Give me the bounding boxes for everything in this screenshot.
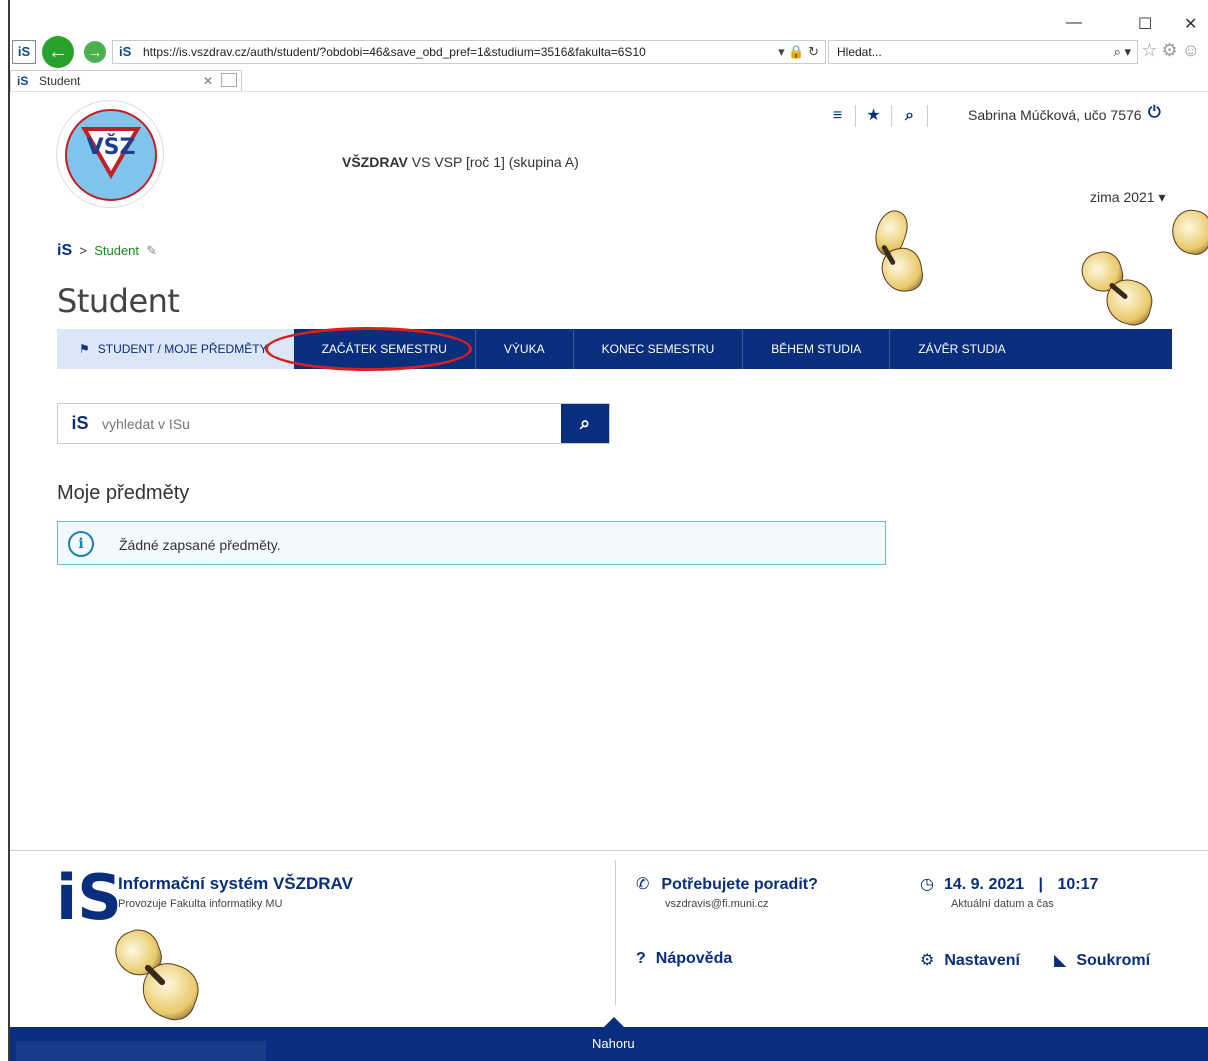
nav-label: STUDENT / MOJE PŘEDMĚTY: [97, 342, 268, 356]
tab-favicon-icon: iS: [17, 74, 29, 88]
butterfly-illustration: [1077, 247, 1160, 332]
footer-date-heading: ◷ 14. 9. 2021 | 10:17: [920, 874, 1098, 894]
phone-icon: ✆: [636, 876, 650, 893]
main-navigation: ⚑ STUDENT / MOJE PŘEDMĚTY ZAČÁTEK SEMESTR…: [57, 329, 1172, 369]
nav-label: BĚHEM STUDIA: [771, 342, 862, 356]
is-logo-icon: iS: [71, 413, 89, 433]
address-bar[interactable]: iS https://is.vszdrav.cz/auth/student/?o…: [112, 40, 826, 64]
browser-chrome: — ☐ ✕ iS ← → iS https://is.vszdrav.cz/au…: [0, 0, 1208, 92]
nav-item-zacatek-semestru[interactable]: ZAČÁTEK SEMESTRU: [294, 329, 476, 369]
help-link-label: Nápověda: [655, 950, 733, 967]
search-icon[interactable]: ⌕ ▾: [1114, 41, 1131, 63]
user-name[interactable]: Sabrina Múčková, učo 7576: [968, 107, 1142, 123]
footer-time-separator: |: [1038, 876, 1043, 893]
top-utility-bar: ≡ ★ ⌕: [820, 105, 928, 127]
breadcrumb: iS > Student ✎: [57, 242, 157, 260]
butterfly-illustration: [848, 206, 928, 296]
search-icon[interactable]: ⌕: [892, 105, 928, 127]
breadcrumb-current[interactable]: Student: [94, 243, 139, 258]
school-logo[interactable]: VŠZ: [56, 100, 164, 208]
info-alert: i Žádné zapsané předměty.: [57, 521, 886, 565]
status-area: [16, 1041, 266, 1061]
info-text: Žádné zapsané předměty.: [119, 537, 281, 553]
up-arrow-icon: [604, 1017, 624, 1027]
nav-label: ZAČÁTEK SEMESTRU: [321, 342, 447, 356]
browser-search-box[interactable]: Hledat... ⌕ ▾: [828, 40, 1138, 64]
footer-divider: [10, 850, 1208, 851]
url-text: https://is.vszdrav.cz/auth/student/?obdo…: [143, 45, 646, 59]
footer-system-name[interactable]: Informační systém VŠZDRAV: [118, 874, 353, 894]
maximize-icon[interactable]: ☐: [1138, 14, 1152, 34]
help-link[interactable]: ? Nápověda: [636, 950, 732, 968]
site-icon: iS: [12, 40, 36, 64]
nav-item-konec-semestru[interactable]: KONEC SEMESTRU: [574, 329, 744, 369]
minimize-icon[interactable]: —: [1066, 14, 1082, 32]
study-program: VS VSP [roč 1] (skupina A): [411, 154, 579, 170]
settings-link-label: Nastavení: [944, 952, 1020, 969]
nav-item-zaver-studia[interactable]: ZÁVĚR STUDIA: [890, 329, 1033, 369]
settings-link[interactable]: ⚙ Nastavení: [920, 950, 1020, 970]
nav-label: ZÁVĚR STUDIA: [918, 342, 1006, 356]
pin-icon[interactable]: ✎: [143, 243, 157, 258]
logout-icon[interactable]: ⏻: [1148, 104, 1161, 122]
study-school: VŠZDRAV: [342, 154, 408, 170]
help-email[interactable]: vszdravis@fi.muni.cz: [665, 898, 768, 910]
nav-item-student[interactable]: ⚑ STUDENT / MOJE PŘEDMĚTY: [57, 329, 294, 369]
signpost-icon: ⚑: [79, 342, 90, 356]
study-info: VŠZDRAV VS VSP [roč 1] (skupina A): [342, 154, 579, 170]
info-icon: i: [68, 531, 94, 557]
season-label: zima 2021: [1090, 189, 1155, 205]
breadcrumb-separator-icon: >: [75, 243, 91, 258]
tab-close-icon[interactable]: ✕: [203, 71, 213, 91]
footer-help-heading[interactable]: ✆ Potřebujete poradit?: [636, 874, 818, 894]
back-button[interactable]: ←: [42, 36, 74, 68]
footer-date: 14. 9. 2021: [943, 876, 1025, 893]
footer-operator: Provozuje Fakulta informatiky MU: [118, 898, 283, 910]
window-border: [8, 0, 10, 1061]
browser-search-placeholder: Hledat...: [837, 45, 882, 59]
is-search: iS ⌕: [57, 403, 610, 444]
footer-date-sub: Aktuální datum a čas: [951, 898, 1054, 910]
breadcrumb-home-icon[interactable]: iS: [57, 242, 72, 259]
clock-icon: ◷: [920, 876, 934, 893]
footer-time: 10:17: [1057, 876, 1099, 893]
nav-item-behem-studia[interactable]: BĚHEM STUDIA: [743, 329, 891, 369]
page-title: Student: [57, 282, 180, 320]
star-icon[interactable]: ★: [856, 105, 892, 127]
footer-logo-text: iS: [56, 861, 122, 934]
tab-title: Student: [39, 74, 81, 88]
footer-vertical-divider: [615, 860, 616, 1005]
butterfly-illustration: [109, 923, 208, 1026]
close-window-icon[interactable]: ✕: [1184, 14, 1197, 34]
privacy-link[interactable]: ◣ Soukromí: [1054, 950, 1150, 970]
menu-icon[interactable]: ≡: [820, 105, 856, 127]
search-input[interactable]: [102, 404, 561, 443]
nav-label: VÝUKA: [503, 342, 545, 356]
season-selector[interactable]: zima 2021 ▾: [1090, 189, 1166, 206]
umbrella-icon: ◣: [1054, 952, 1067, 969]
toolbar-icons[interactable]: ☆⚙☺: [1141, 40, 1204, 61]
question-icon: ?: [636, 950, 646, 967]
chrome-divider: [10, 91, 1208, 92]
address-row: iS ← → iS https://is.vszdrav.cz/auth/stu…: [10, 36, 1208, 68]
footer-is-logo[interactable]: iS: [56, 867, 122, 929]
help-title: Potřebujete poradit?: [661, 876, 818, 893]
nav-label: KONEC SEMESTRU: [601, 342, 715, 356]
lock-refresh-icon[interactable]: ▾ 🔒 ↻: [778, 41, 819, 63]
back-to-top-label: Nahoru: [592, 1036, 635, 1051]
butterfly-illustration: [1164, 200, 1208, 266]
back-to-top-bar[interactable]: Nahoru: [10, 1017, 1208, 1061]
privacy-link-label: Soukromí: [1076, 952, 1151, 969]
search-button[interactable]: ⌕: [561, 404, 609, 443]
favicon-icon: iS: [119, 44, 132, 59]
new-tab-icon[interactable]: [221, 73, 237, 87]
gear-icon: ⚙: [920, 952, 935, 969]
browser-tab[interactable]: iS Student ✕: [10, 70, 242, 92]
forward-button[interactable]: →: [84, 41, 106, 63]
logo-text: VŠZ: [86, 135, 136, 160]
nav-item-vyuka[interactable]: VÝUKA: [476, 329, 574, 369]
search-icon: ⌕: [579, 413, 591, 433]
section-title: Moje předměty: [57, 482, 190, 504]
